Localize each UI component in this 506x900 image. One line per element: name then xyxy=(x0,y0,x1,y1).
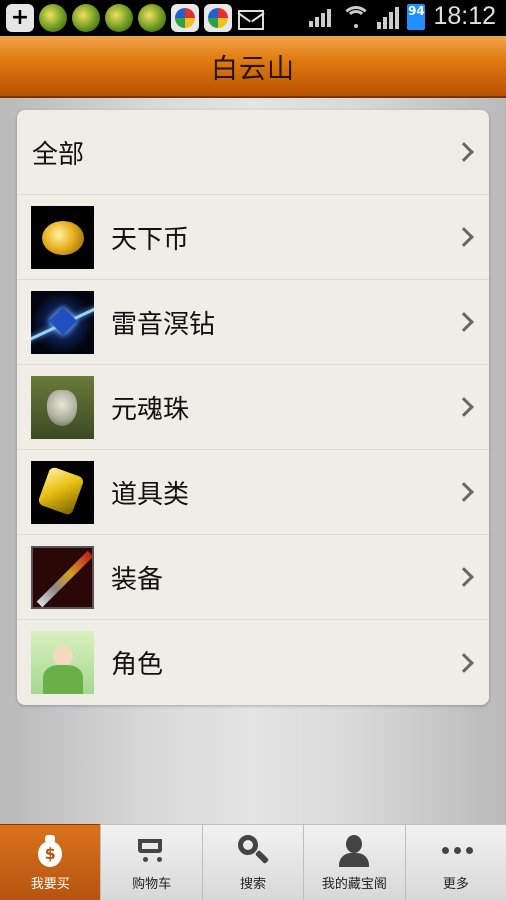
weapon-thumbnail xyxy=(31,545,94,609)
category-item-equipment[interactable]: 装备 xyxy=(17,535,489,620)
category-item-soul-orb[interactable]: 元魂珠 xyxy=(17,365,489,450)
cart-icon xyxy=(134,833,170,869)
chevron-right-icon xyxy=(454,482,474,502)
mute-icon xyxy=(309,7,335,27)
category-label: 角色 xyxy=(111,650,164,680)
chevron-right-icon xyxy=(454,567,474,587)
battery-icon: 94 xyxy=(407,3,426,30)
category-item-diamond[interactable]: 雷音溟钻 xyxy=(17,280,489,365)
category-label: 元魂珠 xyxy=(111,394,190,425)
tab-cart[interactable]: 购物车 xyxy=(100,824,202,900)
game-app-icon-2 xyxy=(72,4,100,32)
yellow-crystal-thumbnail xyxy=(31,460,94,524)
bag-app-icon-2 xyxy=(204,4,232,32)
bag-app-icon xyxy=(171,4,199,32)
tab-label: 我要买 xyxy=(30,877,70,892)
category-label: 装备 xyxy=(111,564,164,595)
search-icon xyxy=(235,833,271,869)
status-bar: + 94 18:12 xyxy=(0,0,506,36)
tab-more[interactable]: 更多 xyxy=(404,824,506,900)
category-item-coin[interactable]: 天下币 xyxy=(17,195,489,280)
tab-label: 购物车 xyxy=(132,877,172,892)
tab-label: 我的藏宝阁 xyxy=(321,877,387,892)
notification-icons: + xyxy=(6,4,265,32)
tab-label: 搜索 xyxy=(240,877,267,892)
soul-mask-thumbnail xyxy=(31,375,94,439)
person-icon xyxy=(336,833,372,869)
signal-icon xyxy=(377,5,400,29)
chevron-right-icon xyxy=(454,227,474,247)
clock: 18:12 xyxy=(433,2,496,30)
category-label: 全部 xyxy=(32,139,85,170)
wifi-icon xyxy=(343,4,370,30)
page-title: 白云山 xyxy=(211,53,295,85)
title-bar: 白云山 xyxy=(0,36,506,98)
mail-icon xyxy=(237,4,265,32)
more-icon xyxy=(438,833,474,869)
chevron-right-icon xyxy=(454,312,474,332)
game-app-icon xyxy=(39,4,67,32)
category-label: 天下币 xyxy=(111,224,190,255)
game-app-icon-3 xyxy=(105,4,133,32)
gold-coin-thumbnail xyxy=(31,205,94,269)
tab-label: 更多 xyxy=(442,877,469,892)
game-app-icon-4 xyxy=(138,4,166,32)
category-list: 全部 天下币 雷音溟钻 元魂珠 道具类 装备 角色 xyxy=(17,110,489,705)
category-item-props[interactable]: 道具类 xyxy=(17,450,489,535)
chevron-right-icon xyxy=(454,652,474,673)
tab-search[interactable]: 搜索 xyxy=(201,824,304,900)
category-item-all[interactable]: 全部 xyxy=(17,110,489,195)
chevron-right-icon xyxy=(454,142,474,162)
category-label: 雷音溟钻 xyxy=(111,309,216,340)
moneybag-icon xyxy=(32,833,68,869)
plus-icon: + xyxy=(6,4,34,32)
category-item-character[interactable]: 角色 xyxy=(17,620,489,705)
battery-level: 94 xyxy=(408,3,425,18)
category-label: 道具类 xyxy=(111,479,190,510)
tab-my-treasure[interactable]: 我的藏宝阁 xyxy=(303,824,405,900)
bottom-tab-bar: 我要买 购物车 搜索 我的藏宝阁 更多 xyxy=(0,824,506,900)
character-thumbnail xyxy=(31,631,94,694)
blue-gem-thumbnail xyxy=(31,290,94,354)
system-icons: 94 18:12 xyxy=(309,2,496,31)
tab-buy[interactable]: 我要买 xyxy=(0,824,101,900)
chevron-right-icon xyxy=(454,397,474,417)
